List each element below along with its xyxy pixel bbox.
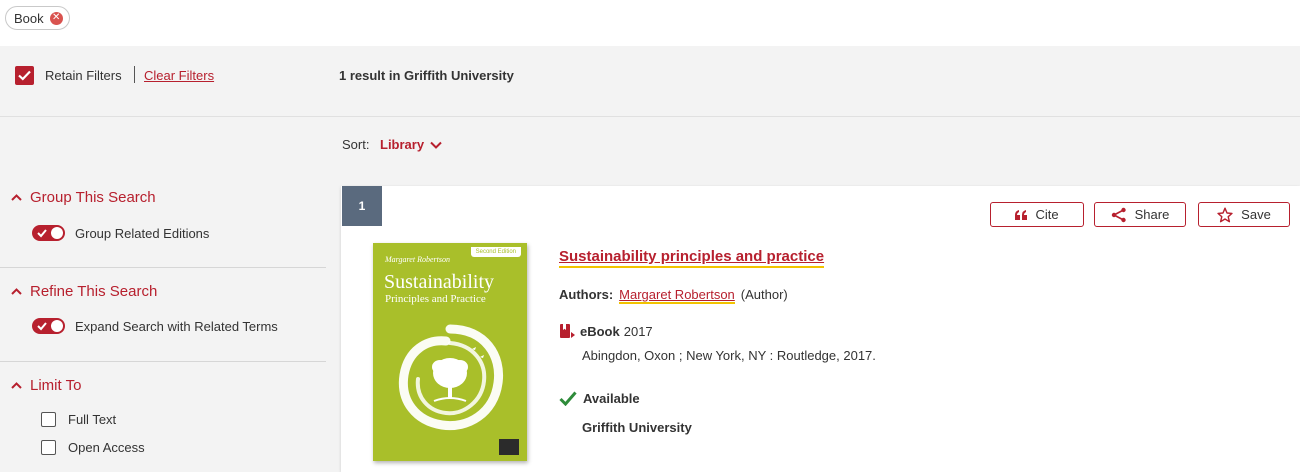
full-text-checkbox[interactable] [41,412,56,427]
expand-search-label: Expand Search with Related Terms [75,318,278,334]
share-button[interactable]: Share [1094,202,1186,227]
book-cover-thumbnail[interactable]: Margaret Robertson Second Edition Sustai… [373,243,527,461]
authors-label: Authors: [559,287,614,302]
cover-author: Margaret Robertson [385,255,450,264]
group-editions-toggle[interactable] [32,225,65,241]
quote-icon [1015,209,1028,220]
cover-subtitle: Principles and Practice [385,293,486,305]
group-search-header[interactable]: Group This Search [11,189,156,206]
sort-dropdown[interactable]: Library [380,137,442,152]
toggle-knob [51,320,63,332]
cover-edition-tab: Second Edition [470,247,521,257]
toggle-knob [51,227,63,239]
divider [134,66,135,83]
limit-to-heading: Limit To [30,377,82,394]
chevron-up-icon [11,382,22,389]
retain-filters-checkbox[interactable] [15,66,34,85]
publisher-logo [499,439,519,455]
limit-option-full-text[interactable]: Full Text [41,412,116,427]
result-title-link[interactable]: Sustainability principles and practice [559,248,825,268]
availability-row[interactable]: Available [559,391,640,406]
sort-label: Sort: [342,137,370,152]
publication-details: Abingdon, Oxon ; New York, NY : Routledg… [582,348,876,363]
active-filters-bar [0,0,1300,46]
filter-chip-label: Book [14,10,44,26]
remove-filter-icon[interactable]: ✕ [49,11,63,25]
clear-filters-link[interactable]: Clear Filters [144,68,214,83]
result-count: 1 result in Griffith University [339,68,514,83]
retain-filters-label: Retain Filters [45,68,122,83]
toggle-check-icon [37,322,47,331]
expand-search-row: Expand Search with Related Terms [32,318,278,334]
save-label: Save [1241,207,1271,222]
refine-search-heading: Refine This Search [30,283,158,300]
publication-year: 2017 [623,324,653,339]
limit-to-header[interactable]: Limit To [11,377,81,394]
save-button[interactable]: Save [1198,202,1290,227]
open-access-label: Open Access [68,440,145,455]
result-index-badge: 1 [342,186,382,226]
group-editions-row: Group Related Editions [32,225,209,241]
chevron-down-icon [430,141,442,149]
format-label: eBook [580,324,620,339]
group-editions-label: Group Related Editions [75,225,210,241]
sidebar-divider [0,361,326,362]
share-label: Share [1134,207,1170,222]
cover-title: Sustainability [384,271,494,293]
ebook-icon [560,324,575,338]
chevron-up-icon [11,288,22,295]
expand-search-toggle[interactable] [32,318,65,334]
group-search-heading: Group This Search [30,189,156,206]
cite-label: Cite [1035,207,1059,222]
format-row: eBook 2017 [559,323,653,340]
open-access-checkbox[interactable] [41,440,56,455]
cover-art-swirl-tree-illustration [398,324,504,431]
sort-value: Library [380,137,425,152]
available-check-icon [559,391,577,406]
author-link[interactable]: Margaret Robertson [619,287,735,304]
share-icon [1111,207,1126,222]
checkmark-icon [18,70,31,81]
limit-option-open-access[interactable]: Open Access [41,440,145,455]
full-text-label: Full Text [68,412,117,427]
authors-row: Authors: Margaret Robertson (Author) [559,287,788,304]
sidebar-divider [0,267,326,268]
filter-chip-book[interactable]: Book ✕ [5,6,70,30]
refine-search-header[interactable]: Refine This Search [11,283,157,300]
star-icon [1217,207,1233,222]
chevron-up-icon [11,194,22,201]
cite-button[interactable]: Cite [990,202,1084,227]
toggle-check-icon [37,229,47,238]
author-role: (Author) [740,287,788,302]
library-name: Griffith University [582,420,692,435]
availability-status: Available [583,391,640,406]
